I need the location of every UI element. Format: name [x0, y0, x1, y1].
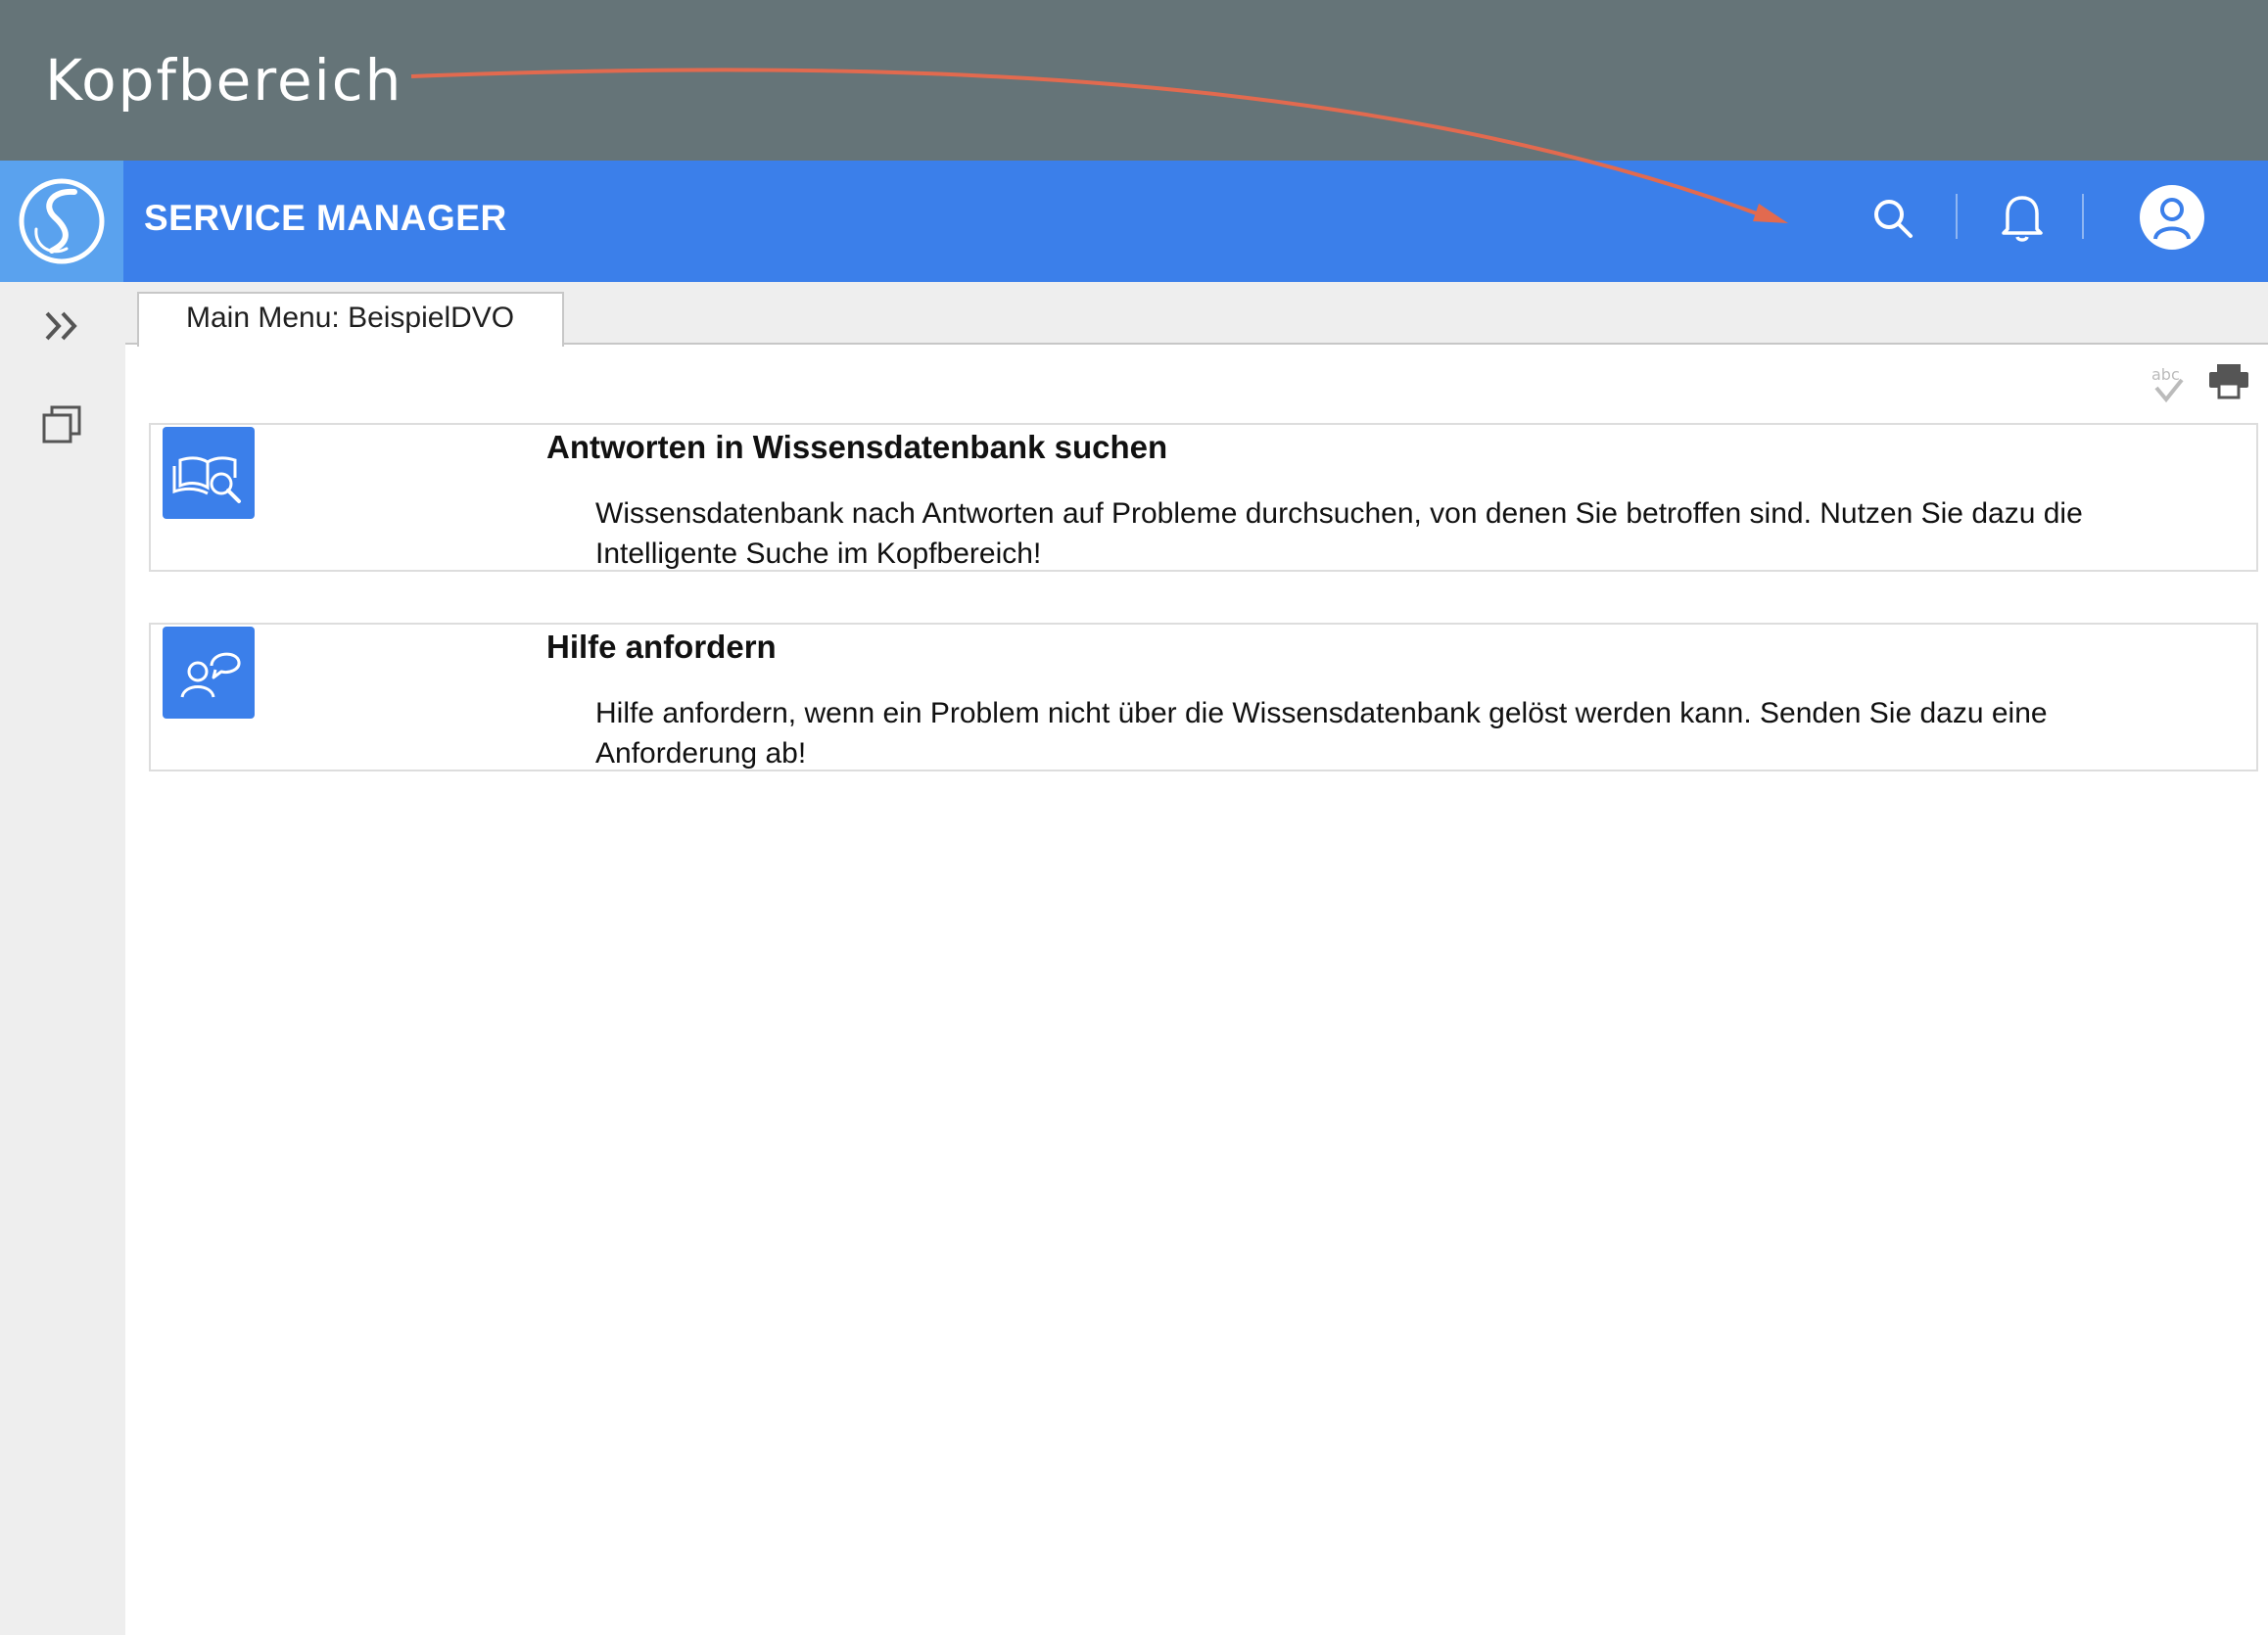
user-icon[interactable]	[2139, 184, 2205, 251]
expand-chevrons-icon[interactable]	[43, 309, 82, 343]
menu-card-knowledge[interactable]: Antworten in Wissensdatenbank suchen Wis…	[149, 423, 2258, 572]
knowledge-search-icon	[172, 456, 241, 503]
card-description: Hilfe anfordern, wenn ein Problem nicht …	[595, 697, 2048, 770]
menu-card-request-help[interactable]: Hilfe anfordern Hilfe anfordern, wenn ei…	[149, 623, 2258, 771]
card-icon-tile[interactable]	[163, 427, 255, 519]
card-icon-tile[interactable]	[163, 627, 255, 719]
spellcheck-icon[interactable]: abc	[2149, 362, 2188, 405]
card-description: Wissensdatenbank nach Antworten auf Prob…	[595, 497, 2083, 570]
sidebar	[0, 282, 125, 1635]
header-divider	[2082, 194, 2084, 239]
app-title: SERVICE MANAGER	[144, 198, 507, 238]
tab-main-menu[interactable]: Main Menu: BeispielDVO	[137, 292, 564, 347]
card-title[interactable]: Hilfe anfordern	[546, 629, 777, 666]
card-title[interactable]: Antworten in Wissensdatenbank suchen	[546, 429, 1167, 466]
annotation-banner: Kopfbereich	[0, 0, 2268, 161]
tab-strip: Main Menu: BeispielDVO	[125, 282, 2268, 347]
app-header: SERVICE MANAGER	[0, 161, 2268, 282]
annotation-label: Kopfbereich	[45, 47, 403, 114]
svg-text:abc: abc	[2151, 365, 2180, 384]
app-logo-icon	[19, 178, 105, 264]
print-icon[interactable]	[2207, 362, 2250, 401]
search-icon[interactable]	[1870, 196, 1915, 241]
windows-icon[interactable]	[41, 403, 84, 446]
main-content: abc Antworten in Wissensdatenbank suchen…	[125, 347, 2268, 1635]
header-divider	[1956, 194, 1958, 239]
request-help-icon	[180, 652, 241, 698]
logo-tile[interactable]	[0, 161, 123, 282]
bell-icon[interactable]	[1998, 192, 2047, 243]
